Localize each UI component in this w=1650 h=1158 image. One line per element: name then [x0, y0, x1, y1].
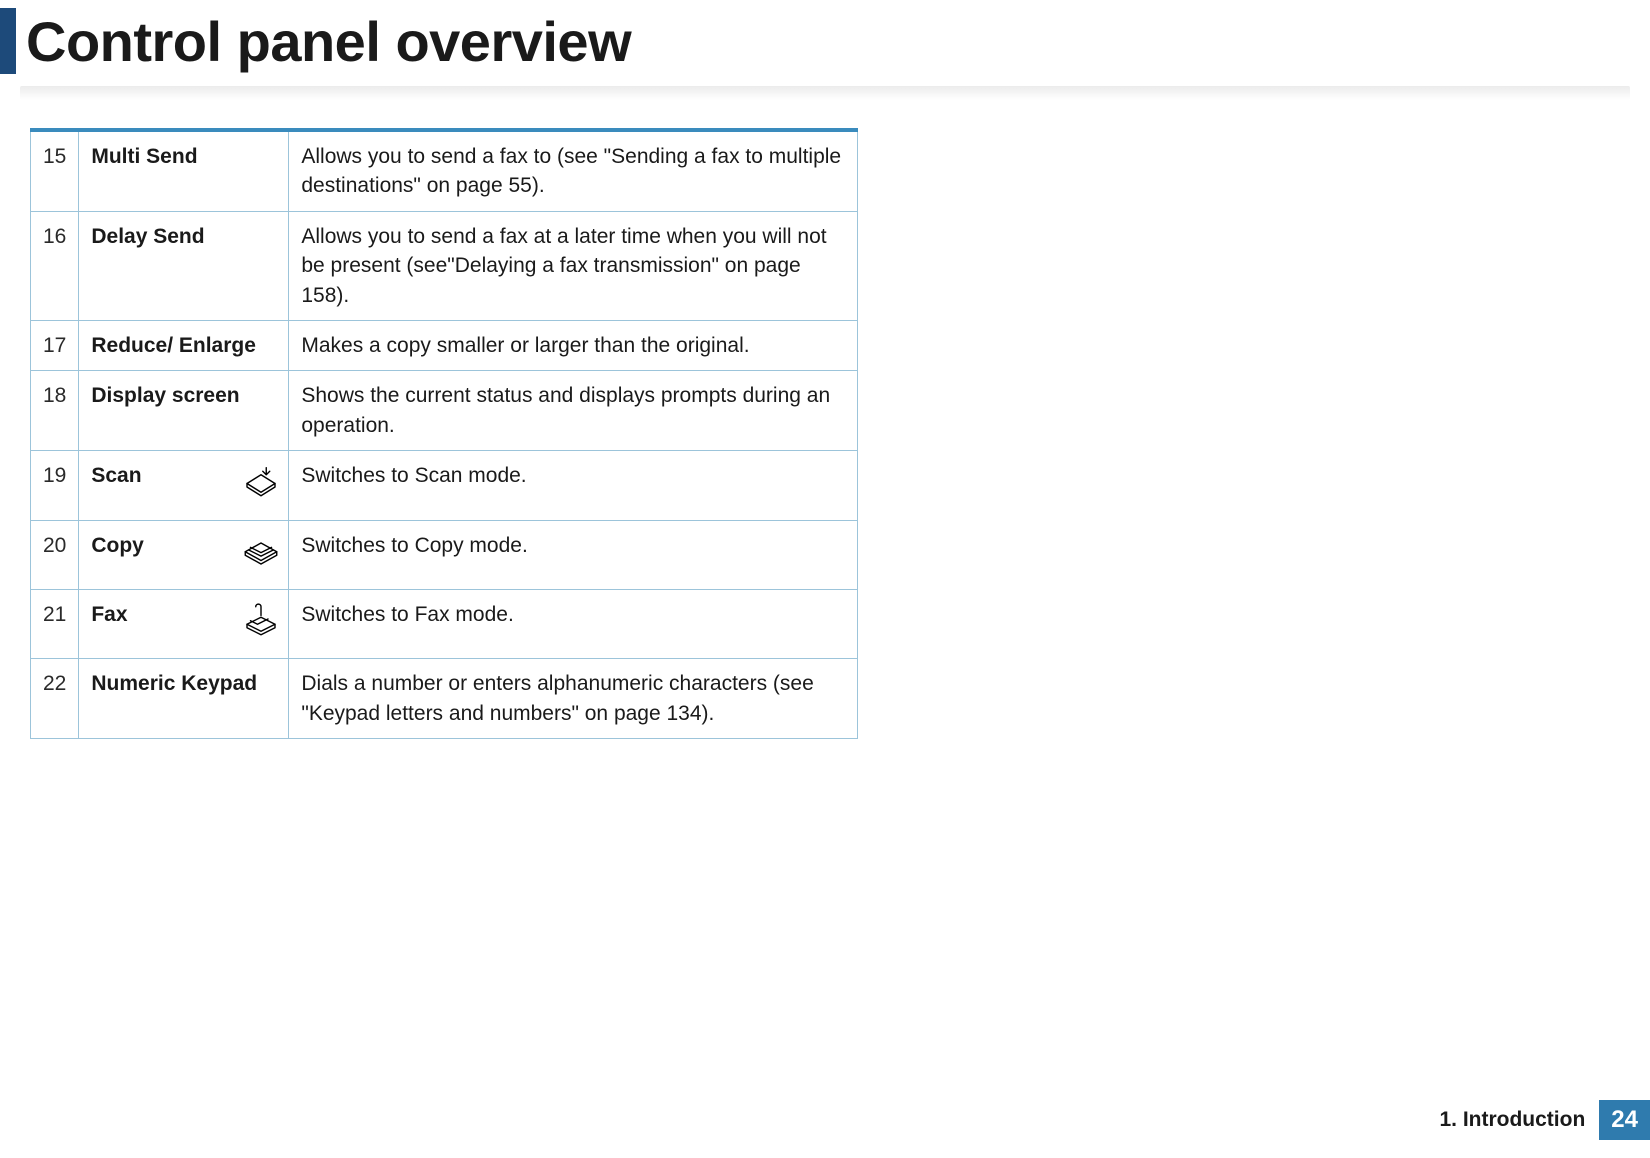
- row-name: Delay Send: [79, 211, 289, 320]
- control-panel-table: 15 Multi Send Allows you to send a fax t…: [30, 128, 858, 739]
- header-divider: [20, 86, 1630, 100]
- copy-icon: [232, 531, 282, 579]
- row-description: Switches to Copy mode.: [289, 520, 858, 589]
- row-number: 22: [31, 659, 79, 739]
- feature-name: Multi Send: [91, 145, 197, 168]
- table-row: 21 Fax: [31, 589, 858, 658]
- row-number: 15: [31, 130, 79, 211]
- row-number: 21: [31, 589, 79, 658]
- table-row: 16 Delay Send Allows you to send a fax a…: [31, 211, 858, 320]
- row-name: Reduce/ Enlarge: [79, 320, 289, 370]
- row-number: 18: [31, 371, 79, 451]
- row-description: Allows you to send a fax to (see "Sendin…: [289, 130, 858, 211]
- feature-name: Delay Send: [91, 225, 204, 248]
- feature-name: Fax: [91, 600, 232, 629]
- row-name: Fax: [79, 589, 289, 658]
- feature-name: Display screen: [91, 384, 239, 407]
- feature-name: Numeric Keypad: [91, 672, 257, 695]
- row-number: 19: [31, 451, 79, 520]
- row-description: Dials a number or enters alphanumeric ch…: [289, 659, 858, 739]
- page-title: Control panel overview: [26, 9, 631, 74]
- chapter-label: 1. Introduction: [1439, 1108, 1585, 1132]
- row-description: Shows the current status and displays pr…: [289, 371, 858, 451]
- table-row: 17 Reduce/ Enlarge Makes a copy smaller …: [31, 320, 858, 370]
- row-name: Copy: [79, 520, 289, 589]
- row-description: Switches to Scan mode.: [289, 451, 858, 520]
- row-name: Multi Send: [79, 130, 289, 211]
- table-row: 18 Display screen Shows the current stat…: [31, 371, 858, 451]
- scan-icon: [232, 461, 282, 509]
- table-row: 20 Copy: [31, 520, 858, 589]
- fax-icon: [232, 600, 282, 648]
- table-row: 19 Scan: [31, 451, 858, 520]
- row-name: Display screen: [79, 371, 289, 451]
- header-accent: [0, 8, 16, 74]
- row-number: 16: [31, 211, 79, 320]
- row-description: Switches to Fax mode.: [289, 589, 858, 658]
- feature-name: Scan: [91, 461, 232, 490]
- row-description: Allows you to send a fax at a later time…: [289, 211, 858, 320]
- page-footer: 1. Introduction 24: [1439, 1100, 1650, 1140]
- page-number: 24: [1599, 1100, 1650, 1140]
- row-description: Makes a copy smaller or larger than the …: [289, 320, 858, 370]
- row-name: Numeric Keypad: [79, 659, 289, 739]
- feature-name: Copy: [91, 531, 232, 560]
- row-number: 20: [31, 520, 79, 589]
- table-row: 15 Multi Send Allows you to send a fax t…: [31, 130, 858, 211]
- table-row: 22 Numeric Keypad Dials a number or ente…: [31, 659, 858, 739]
- page-header: Control panel overview: [0, 0, 1650, 74]
- feature-name: Reduce/ Enlarge: [91, 334, 256, 357]
- row-number: 17: [31, 320, 79, 370]
- row-name: Scan: [79, 451, 289, 520]
